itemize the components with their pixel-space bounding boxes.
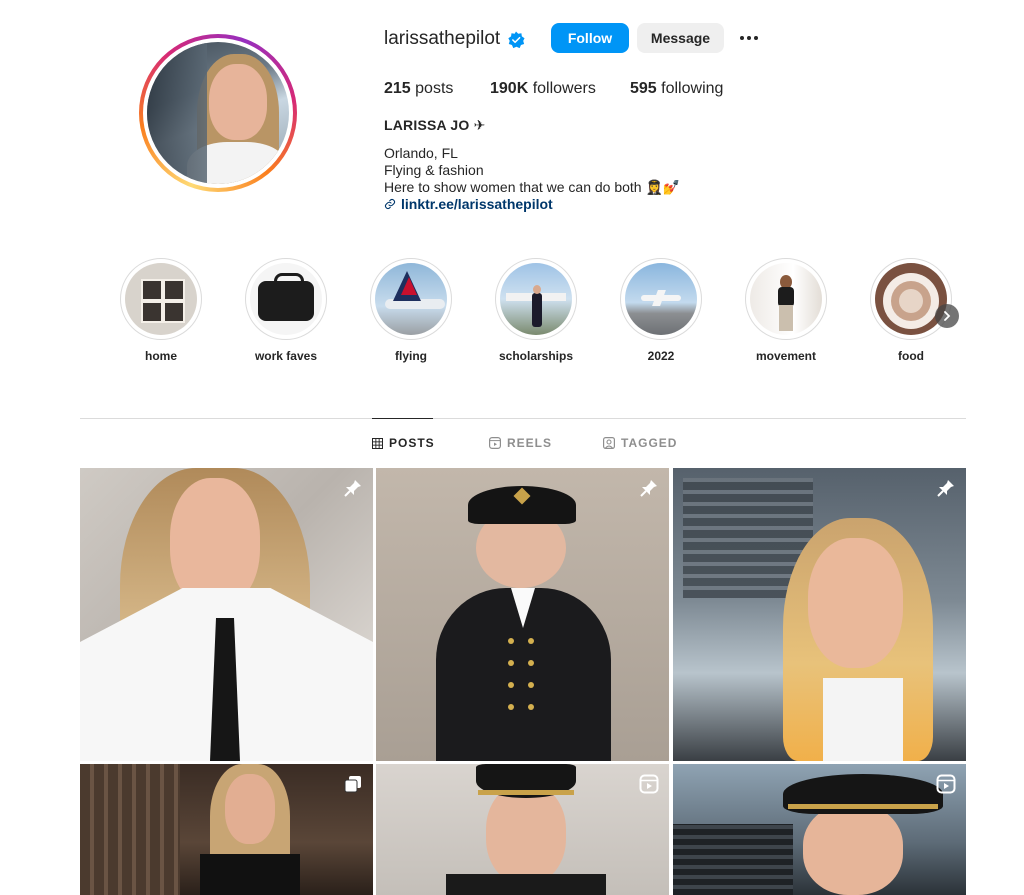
bio-line: Here to show women that we can do both 👩…	[384, 179, 681, 195]
highlight-2022[interactable]: 2022	[611, 258, 711, 363]
highlights-next-button[interactable]	[935, 304, 959, 328]
highlight-flying[interactable]: flying	[361, 258, 461, 363]
highlight-cover	[625, 263, 697, 335]
highlight-scholarships[interactable]: scholarships	[486, 258, 586, 363]
highlight-ring	[870, 258, 952, 340]
highlight-cover	[375, 263, 447, 335]
highlight-label: 2022	[647, 349, 675, 363]
bio-line: Orlando, FL	[384, 145, 458, 161]
tab-label: POSTS	[389, 436, 435, 450]
posts-count: 215	[384, 80, 411, 97]
highlight-label: work faves	[254, 349, 318, 363]
post-thumbnail[interactable]	[376, 468, 669, 761]
active-tab-indicator	[372, 418, 433, 419]
tabs-divider	[80, 418, 966, 419]
pin-icon	[344, 480, 361, 497]
highlight-label: home	[144, 349, 177, 363]
reels-icon	[489, 437, 501, 449]
profile-bio: Orlando, FL Flying & fashion Here to sho…	[384, 145, 680, 196]
following-count: 595	[630, 80, 657, 97]
highlight-label: flying	[395, 349, 427, 363]
tagged-icon	[603, 437, 615, 449]
grid-icon	[372, 437, 383, 449]
verified-badge-icon	[508, 31, 525, 49]
highlight-ring	[495, 258, 577, 340]
link-icon	[384, 198, 396, 210]
tab-label: REELS	[507, 436, 553, 450]
following-stat[interactable]: 595 following	[630, 80, 723, 98]
tab-reels[interactable]: REELS	[489, 436, 552, 450]
highlight-cover	[250, 263, 322, 335]
profile-username: larissathepilot	[384, 28, 501, 49]
profile-full-name: LARISSA JO ✈	[384, 117, 486, 133]
follow-button[interactable]: Follow	[551, 23, 629, 53]
bio-line: Flying & fashion	[384, 162, 484, 178]
post-thumbnail[interactable]	[376, 764, 669, 895]
followers-label: followers	[532, 80, 596, 97]
highlight-work-faves[interactable]: work faves	[236, 258, 336, 363]
followers-count: 190K	[490, 80, 529, 97]
profile-link-text[interactable]: linktr.ee/larissathepilot	[401, 196, 553, 212]
highlight-cover	[500, 263, 572, 335]
highlight-label: movement	[755, 349, 817, 363]
reel-icon	[639, 774, 659, 794]
avatar	[147, 42, 289, 184]
posts-label: posts	[415, 80, 454, 97]
chevron-right-icon	[944, 311, 951, 321]
highlight-ring	[245, 258, 327, 340]
highlight-label: food	[898, 349, 924, 363]
reel-icon	[936, 774, 956, 794]
highlight-home[interactable]: home	[111, 258, 211, 363]
avatar-border	[143, 38, 293, 188]
pin-icon	[937, 480, 954, 497]
highlight-ring	[745, 258, 827, 340]
post-thumbnail[interactable]	[80, 764, 373, 895]
carousel-icon	[344, 776, 361, 793]
post-thumbnail[interactable]	[673, 468, 966, 761]
tab-label: TAGGED	[621, 436, 678, 450]
highlight-movement[interactable]: movement	[736, 258, 836, 363]
message-button[interactable]: Message	[637, 23, 724, 53]
tab-posts[interactable]: POSTS	[372, 436, 435, 450]
post-thumbnail[interactable]	[80, 468, 373, 761]
following-label: following	[661, 80, 724, 97]
pin-icon	[640, 480, 657, 497]
highlight-cover	[125, 263, 197, 335]
tab-tagged[interactable]: TAGGED	[603, 436, 677, 450]
more-options-icon[interactable]	[740, 30, 764, 46]
highlight-cover	[750, 263, 822, 335]
highlight-ring	[620, 258, 702, 340]
post-thumbnail[interactable]	[673, 764, 966, 895]
highlight-cover	[875, 263, 947, 335]
followers-stat[interactable]: 190K followers	[490, 80, 596, 98]
highlight-ring	[120, 258, 202, 340]
highlight-label: scholarships	[498, 349, 574, 363]
highlight-ring	[370, 258, 452, 340]
profile-link[interactable]: linktr.ee/larissathepilot	[384, 196, 553, 212]
posts-count-stat: 215 posts	[384, 80, 453, 98]
profile-avatar-ring[interactable]	[139, 34, 297, 192]
